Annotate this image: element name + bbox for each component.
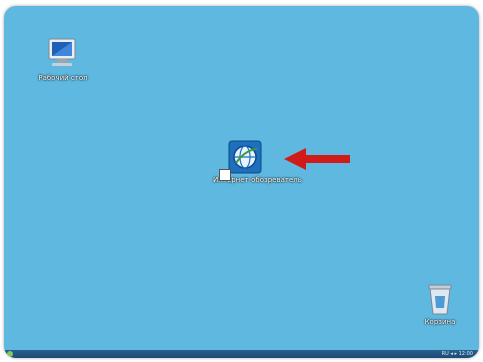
red-arrow-pointer [284,146,354,176]
computer-icon [43,36,83,72]
desktop-icon-browser[interactable]: Интернет-обозреватель [213,140,302,185]
desktop-icon-label: Корзина [424,318,456,326]
system-tray[interactable]: RU ◂ ▸ 12:00 [442,350,473,358]
shortcut-overlay-icon [219,169,231,181]
desktop-icon-computer[interactable]: Рабочий стол [31,36,95,83]
desktop-icon-label: Рабочий стол [38,74,88,82]
desktop: Рабочий стол Интернет-обозреватель Корзи… [4,6,479,358]
windows-start-icon[interactable] [7,351,13,357]
internet-browser-icon [219,140,262,181]
desktop-icon-recycle-bin[interactable]: Корзина [408,282,472,327]
recycle-bin-icon [426,282,454,316]
taskbar: RU ◂ ▸ 12:00 [4,350,479,358]
